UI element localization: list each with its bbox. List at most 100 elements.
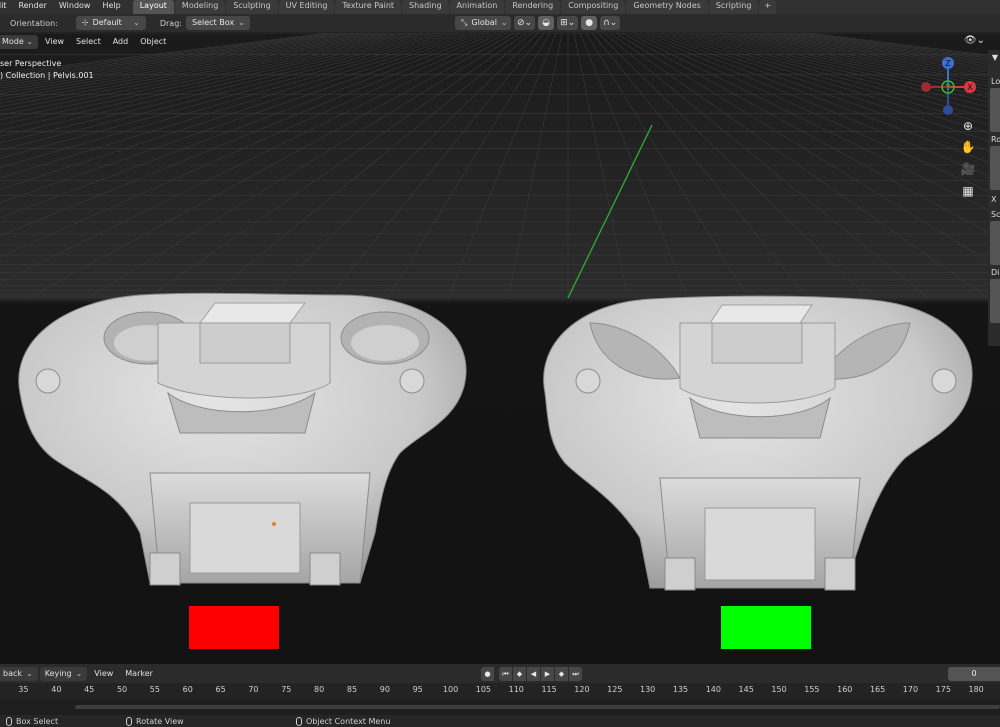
- panel-collapse-icon[interactable]: ▼: [992, 53, 998, 62]
- location-fields[interactable]: [990, 88, 1000, 132]
- tab-compositing[interactable]: Compositing: [561, 0, 626, 14]
- gizmo-y-label: Y: [945, 83, 951, 92]
- dimensions-fields[interactable]: [990, 279, 1000, 323]
- top-menu-bar: dit Render Window Help Layout Modeling S…: [0, 0, 1000, 14]
- timeline-header: back ⌄ Keying ⌄ View Marker ● ⏮ ◆ ◀ ▶ ◆ ⏭ …: [0, 663, 1000, 683]
- object-menu[interactable]: Object: [135, 35, 171, 49]
- timeline-track[interactable]: [0, 699, 1000, 715]
- chevron-down-icon: ⌄: [26, 668, 33, 678]
- menu-help[interactable]: Help: [96, 0, 126, 14]
- tool-settings-bar: Orientation: ⊹ Default ⌄ Drag: Select Bo…: [0, 14, 1000, 33]
- orientation-value: Default: [92, 18, 122, 27]
- frame-tick-label: 55: [149, 685, 160, 694]
- frame-tick-label: 130: [640, 685, 656, 694]
- grid-perspective-icon[interactable]: ▦: [960, 183, 976, 199]
- record-icon[interactable]: ●: [481, 667, 494, 681]
- mouse-right-icon: [296, 717, 302, 726]
- status-rotate-view: Rotate View: [126, 717, 184, 726]
- frame-ruler[interactable]: 35 40 45 50 55 60 65 70 75 80 85 90 95 100 105 110 115 12…: [0, 683, 1000, 699]
- dimensions-label: Di: [991, 268, 1000, 277]
- pan-hand-icon[interactable]: ✋: [960, 139, 976, 155]
- proportional-editing-icon[interactable]: ●: [581, 16, 598, 30]
- tab-sculpting[interactable]: Sculpting: [226, 0, 278, 14]
- prev-keyframe-icon[interactable]: ◆: [513, 667, 526, 681]
- workspace-tabs: Layout Modeling Sculpting UV Editing Tex…: [132, 0, 777, 14]
- current-frame-field[interactable]: 0: [948, 667, 1000, 681]
- status-object-context-menu: Object Context Menu: [296, 717, 390, 726]
- viewport-header: Mode ⌄ View Select Add Object: [0, 33, 1000, 50]
- chevron-down-icon: ⌄: [500, 18, 508, 27]
- playback-label: back: [3, 668, 23, 678]
- tab-scripting[interactable]: Scripting: [708, 0, 759, 14]
- status-box-select: Box Select: [6, 717, 58, 726]
- menu-edit[interactable]: dit: [0, 0, 12, 14]
- orientation-label: Orientation:: [10, 18, 58, 28]
- jump-end-icon[interactable]: ⏭: [569, 667, 582, 681]
- pivot-point-icon[interactable]: ⊘⌄: [513, 16, 536, 30]
- tab-texture-paint[interactable]: Texture Paint: [335, 0, 402, 14]
- frame-tick-label: 95: [412, 685, 423, 694]
- viewport-info-overlay: ser Perspective ) Collection | Pelvis.00…: [0, 58, 94, 82]
- timeline-scrollbar[interactable]: [75, 705, 1000, 709]
- gizmo-neg-x-axis[interactable]: [921, 82, 931, 92]
- next-keyframe-icon[interactable]: ◆: [555, 667, 568, 681]
- scale-fields[interactable]: [990, 221, 1000, 265]
- view-menu[interactable]: View: [40, 35, 69, 49]
- snap-magnet-icon[interactable]: ◒: [538, 16, 555, 30]
- frame-tick-label: 85: [346, 685, 358, 694]
- tab-animation[interactable]: Animation: [449, 0, 505, 14]
- frame-tick-label: 40: [51, 685, 62, 694]
- frame-tick-label: 80: [314, 685, 325, 694]
- marker-menu[interactable]: Marker: [120, 667, 158, 681]
- playback-dropdown[interactable]: back ⌄: [0, 666, 38, 681]
- transform-axes-icon: ⤡: [460, 18, 468, 27]
- frame-tick-label: 115: [541, 685, 557, 694]
- play-reverse-icon[interactable]: ◀: [527, 667, 540, 681]
- frame-tick-label: 155: [804, 685, 820, 694]
- tab-layout[interactable]: Layout: [132, 0, 174, 14]
- menu-window[interactable]: Window: [53, 0, 97, 14]
- rotation-label: Ro: [991, 135, 1000, 144]
- frame-tick-label: 90: [379, 685, 390, 694]
- add-menu[interactable]: Add: [108, 35, 134, 49]
- drag-value: Select Box: [191, 18, 235, 27]
- snap-increment-icon[interactable]: ⊞⌄: [557, 16, 579, 30]
- frame-tick-label: 110: [508, 685, 524, 694]
- play-icon[interactable]: ▶: [541, 667, 554, 681]
- box-select-label: Box Select: [16, 717, 59, 726]
- keying-dropdown[interactable]: Keying ⌄: [39, 666, 88, 681]
- collection-label: ) Collection | Pelvis.001: [0, 71, 94, 80]
- menu-render[interactable]: Render: [12, 0, 52, 14]
- chevron-down-icon: ⌄: [133, 18, 140, 27]
- frame-tick-label: 50: [116, 685, 128, 694]
- camera-icon[interactable]: 🎥: [960, 161, 976, 177]
- frame-tick-label: 170: [902, 685, 919, 694]
- scene-canvas[interactable]: Z X Y: [0, 33, 1000, 663]
- frame-tick-label: 135: [672, 685, 689, 694]
- tab-uv-editing[interactable]: UV Editing: [278, 0, 335, 14]
- select-menu[interactable]: Select: [71, 35, 106, 49]
- drag-dropdown[interactable]: Select Box ⌄: [185, 16, 250, 30]
- tab-geometry-nodes[interactable]: Geometry Nodes: [626, 0, 708, 14]
- interaction-mode-dropdown[interactable]: Mode ⌄: [0, 34, 39, 49]
- timeline-view-menu[interactable]: View: [89, 667, 118, 681]
- add-workspace-button[interactable]: +: [759, 0, 777, 14]
- playback-controls: ● ⏮ ◆ ◀ ▶ ◆ ⏭: [481, 667, 582, 681]
- object-context-menu-label: Object Context Menu: [306, 717, 391, 726]
- gizmo-neg-z-axis[interactable]: [943, 105, 953, 115]
- tab-modeling[interactable]: Modeling: [174, 0, 226, 14]
- orientation-dropdown[interactable]: ⊹ Default ⌄: [75, 16, 146, 30]
- frame-tick-label: 35: [18, 685, 29, 694]
- zoom-icon[interactable]: ⊕: [960, 118, 976, 134]
- falloff-curve-icon[interactable]: ∩⌄: [600, 16, 621, 30]
- frame-tick-label: 145: [738, 685, 754, 694]
- rotation-fields[interactable]: [990, 146, 1000, 190]
- 3d-viewport[interactable]: Z X Y Mode ⌄ View Select Add Object ser …: [0, 33, 1000, 663]
- jump-start-icon[interactable]: ⏮: [499, 667, 512, 681]
- visibility-eye-icon[interactable]: 👁⌄: [964, 35, 985, 46]
- transform-orientation-dropdown[interactable]: ⤡ Global ⌄: [454, 16, 511, 30]
- tab-rendering[interactable]: Rendering: [505, 0, 561, 14]
- tab-shading[interactable]: Shading: [402, 0, 449, 14]
- frame-tick-label: 60: [182, 685, 193, 694]
- frame-tick-label: 100: [442, 685, 459, 694]
